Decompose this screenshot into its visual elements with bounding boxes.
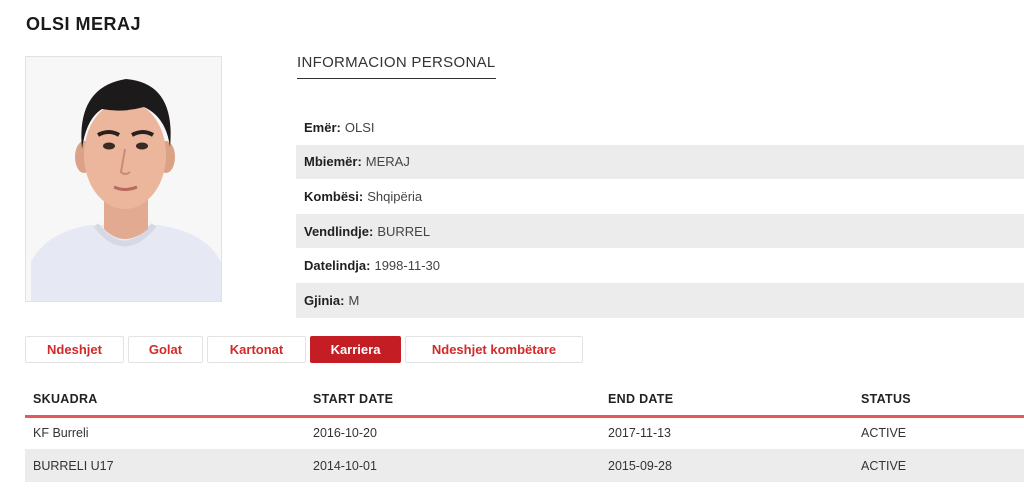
info-row-first-name: Emër: OLSI [296,110,1024,145]
info-label: Datelindja: [304,258,371,274]
player-tabs: Ndeshjet Golat Kartonat Karriera Ndeshje… [25,336,587,363]
info-label: Vendlindje: [304,223,374,239]
info-row-birthdate: Datelindja: 1998-11-30 [296,248,1024,283]
tab-goals[interactable]: Golat [128,336,203,363]
cell-end-date: 2017-11-13 [608,426,672,441]
info-value: 1998-11-30 [374,258,441,274]
player-photo [25,56,222,302]
table-row: KF Burreli 2016-10-20 2017-11-13 ACTIVE [25,416,1024,449]
info-row-gender: Gjinia: M [296,282,1024,318]
cell-team: KF Burreli [33,426,89,441]
info-label: Emër: [304,119,341,135]
info-row-birthplace: Vendlindje: BURREL [296,213,1024,249]
cell-status: ACTIVE [853,449,1024,482]
table-header-row: SKUADRA START DATE END DATE STATUS [25,383,1024,418]
info-value: M [348,292,360,308]
cell-start-date: 2016-10-20 [313,426,377,441]
info-value: OLSI [344,119,375,135]
tab-career[interactable]: Karriera [310,336,401,363]
tab-national-matches[interactable]: Ndeshjet kombëtare [405,336,583,363]
column-header-start-date: START DATE [305,383,600,418]
column-header-team: SKUADRA [25,383,305,418]
info-label: Kombësi: [304,188,364,204]
info-row-last-name: Mbiemër: MERAJ [296,144,1024,180]
cell-start-date: 2014-10-01 [305,449,600,482]
info-heading: INFORMACION PERSONAL [297,54,496,79]
column-header-end-date: END DATE [600,383,853,418]
tab-matches[interactable]: Ndeshjet [25,336,124,363]
cell-team: BURRELI U17 [25,449,305,482]
info-label: Mbiemër: [304,154,362,170]
tab-cards[interactable]: Kartonat [207,336,306,363]
info-label: Gjinia: [304,292,345,308]
personal-info-list: Emër: OLSI Mbiemër: MERAJ Kombësi: Shqip… [296,110,1024,318]
info-value: MERAJ [365,154,410,170]
cell-status: ACTIVE [861,426,907,441]
career-table: SKUADRA START DATE END DATE STATUS KF Bu… [25,383,1024,482]
table-row: BURRELI U17 2014-10-01 2015-09-28 ACTIVE [25,449,1024,482]
player-name: OLSI MERAJ [26,14,142,34]
info-value: Shqipëria [367,188,423,204]
cell-end-date: 2015-09-28 [600,449,853,482]
info-value: BURREL [377,223,431,239]
info-row-nationality: Kombësi: Shqipëria [296,179,1024,214]
column-header-status: STATUS [853,383,1024,418]
